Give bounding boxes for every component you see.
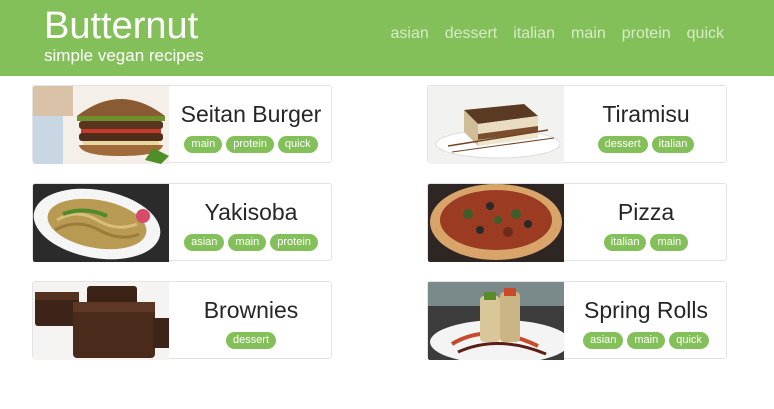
site-title[interactable]: Butternut	[44, 4, 204, 48]
tag-nav: asian dessert italian main protein quick	[391, 24, 725, 44]
nav-link-italian[interactable]: italian	[513, 24, 555, 44]
tag-badge-dessert[interactable]: dessert	[225, 332, 277, 349]
recipe-title[interactable]: Pizza	[564, 198, 728, 226]
recipe-tags: dessert	[169, 332, 333, 349]
tag-badge-main[interactable]: main	[228, 234, 267, 251]
tag-badge-asian[interactable]: asian	[583, 332, 624, 349]
recipe-card-seitan-burger[interactable]: Seitan Burger main protein quick	[32, 85, 333, 164]
site-header: Butternut simple vegan recipes asian des…	[0, 0, 774, 76]
site-subtitle: simple vegan recipes	[44, 46, 204, 65]
brand[interactable]: Butternut simple vegan recipes	[44, 4, 204, 66]
tag-badge-main[interactable]: main	[627, 332, 666, 349]
tag-badge-protein[interactable]: protein	[270, 234, 318, 251]
nav-link-asian[interactable]: asian	[391, 24, 429, 44]
yakisoba-image	[33, 184, 169, 262]
recipe-title[interactable]: Spring Rolls	[564, 296, 728, 324]
tag-badge-italian[interactable]: italian	[603, 234, 647, 251]
recipe-card-pizza[interactable]: Pizza italian main	[427, 183, 728, 262]
nav-link-main[interactable]: main	[571, 24, 606, 44]
recipe-info: Pizza italian main	[564, 184, 728, 262]
tag-badge-quick[interactable]: quick	[277, 136, 318, 153]
recipe-info: Yakisoba asian main protein	[169, 184, 333, 262]
pizza-photo[interactable]	[428, 184, 564, 262]
nav-link-dessert[interactable]: dessert	[445, 24, 497, 44]
recipe-title[interactable]: Brownies	[169, 296, 333, 324]
recipe-tags: main protein quick	[169, 136, 333, 153]
recipe-tags: dessert italian	[564, 136, 728, 153]
spring-rolls-image	[428, 282, 564, 360]
recipe-info: Brownies dessert	[169, 282, 333, 360]
recipe-info: Spring Rolls asian main quick	[564, 282, 728, 360]
recipe-tags: asian main protein	[169, 234, 333, 251]
recipe-card-brownies[interactable]: Brownies dessert	[32, 281, 333, 360]
tiramisu-image	[428, 86, 564, 164]
recipe-info: Tiramisu dessert italian	[564, 86, 728, 164]
recipe-tags: italian main	[564, 234, 728, 251]
nav-link-protein[interactable]: protein	[622, 24, 671, 44]
tag-badge-main[interactable]: main	[650, 234, 689, 251]
tag-badge-quick[interactable]: quick	[669, 332, 709, 349]
pizza-image	[428, 184, 564, 262]
recipe-card-spring-rolls[interactable]: Spring Rolls asian main quick	[427, 281, 728, 360]
burger-photo[interactable]	[33, 86, 169, 164]
burger-image	[33, 86, 169, 164]
nav-link-quick[interactable]: quick	[687, 24, 724, 44]
tag-badge-main[interactable]: main	[184, 136, 223, 153]
tiramisu-photo[interactable]	[428, 86, 564, 164]
tag-badge-italian[interactable]: italian	[651, 136, 695, 153]
recipe-tags: asian main quick	[564, 332, 728, 349]
tag-badge-protein[interactable]: protein	[226, 136, 274, 153]
tag-badge-dessert[interactable]: dessert	[597, 136, 648, 153]
brownies-image	[33, 282, 169, 360]
recipe-title[interactable]: Tiramisu	[564, 100, 728, 128]
brownies-photo[interactable]	[33, 282, 169, 360]
recipe-card-tiramisu[interactable]: Tiramisu dessert italian	[427, 85, 728, 164]
spring-rolls-photo[interactable]	[428, 282, 564, 360]
recipe-info: Seitan Burger main protein quick	[169, 86, 333, 164]
recipe-title[interactable]: Seitan Burger	[169, 100, 333, 128]
recipe-card-yakisoba[interactable]: Yakisoba asian main protein	[32, 183, 333, 262]
yakisoba-photo[interactable]	[33, 184, 169, 262]
recipe-title[interactable]: Yakisoba	[169, 198, 333, 226]
tag-badge-asian[interactable]: asian	[184, 234, 225, 251]
